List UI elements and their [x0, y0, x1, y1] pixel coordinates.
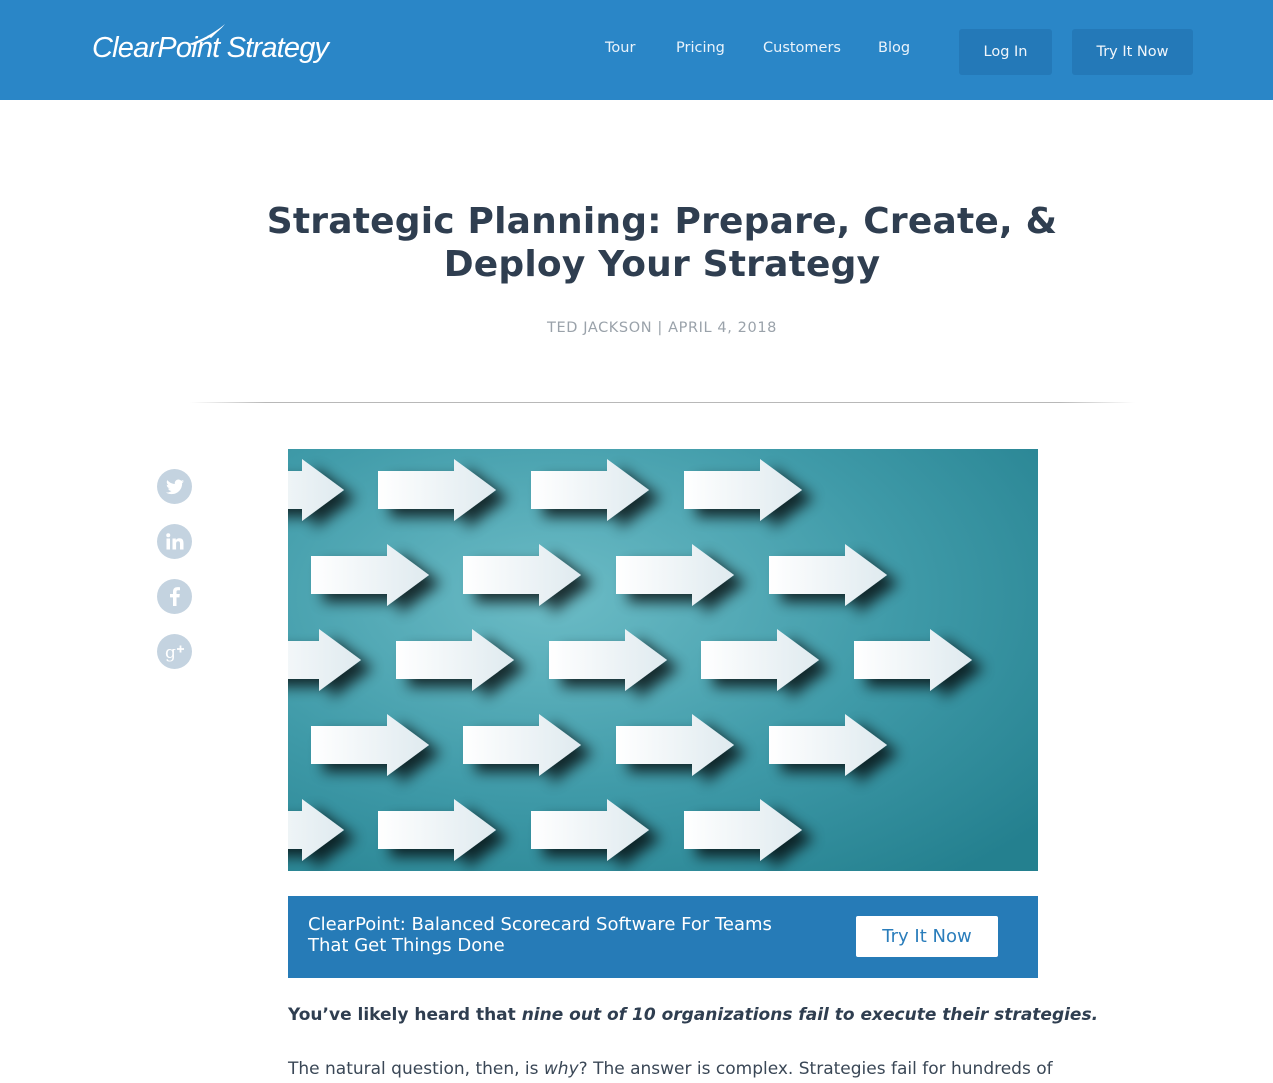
body-paragraph: The natural question, then, is why? The … — [288, 1059, 1053, 1079]
nav-pricing[interactable]: Pricing — [676, 40, 725, 56]
intro-paragraph: You’ve likely heard that nine out of 10 … — [288, 1005, 1098, 1025]
nav-customers[interactable]: Customers — [763, 40, 841, 56]
cta-text: ClearPoint: Balanced Scorecard Software … — [308, 914, 772, 956]
intro-lead: You’ve likely heard that — [288, 1005, 522, 1025]
body-rest: ? The answer is complex. Strategies fail… — [578, 1059, 1053, 1079]
site-header: ClearPoint Strategy Tour Pricing Custome… — [0, 0, 1273, 100]
svg-text:g: g — [165, 643, 176, 662]
hero-image — [288, 449, 1038, 871]
login-button[interactable]: Log In — [959, 29, 1052, 75]
arrows-illustration — [288, 449, 1038, 871]
try-it-now-header-button[interactable]: Try It Now — [1072, 29, 1193, 75]
body-emphasis: why — [543, 1059, 579, 1079]
share-twitter-button[interactable] — [157, 469, 192, 504]
author-name[interactable]: TED JACKSON — [547, 320, 652, 336]
article-title: Strategic Planning: Prepare, Create, & D… — [266, 201, 1058, 285]
cta-banner: ClearPoint: Balanced Scorecard Software … — [288, 896, 1038, 978]
nav-tour[interactable]: Tour — [605, 40, 635, 56]
byline-separator: | — [657, 320, 663, 336]
try-it-now-cta-button[interactable]: Try It Now — [856, 916, 998, 957]
share-facebook-button[interactable] — [157, 579, 192, 614]
clearpoint-logo[interactable]: ClearPoint Strategy — [92, 22, 352, 72]
logo-text: ClearPoint Strategy — [92, 32, 329, 64]
title-divider — [190, 402, 1135, 403]
nav-blog[interactable]: Blog — [878, 40, 910, 56]
share-google-plus-button[interactable]: g — [157, 634, 192, 669]
body-lead: The natural question, then, is — [288, 1059, 544, 1079]
twitter-icon — [165, 479, 184, 494]
linkedin-icon — [165, 533, 183, 550]
publish-date: APRIL 4, 2018 — [668, 320, 777, 336]
google-plus-icon: g — [165, 643, 184, 662]
share-linkedin-button[interactable] — [157, 524, 192, 559]
facebook-icon — [169, 587, 180, 606]
intro-emphasis: nine out of 10 organizations fail to exe… — [521, 1005, 1099, 1025]
article-byline: TED JACKSON | APRIL 4, 2018 — [236, 320, 1088, 336]
